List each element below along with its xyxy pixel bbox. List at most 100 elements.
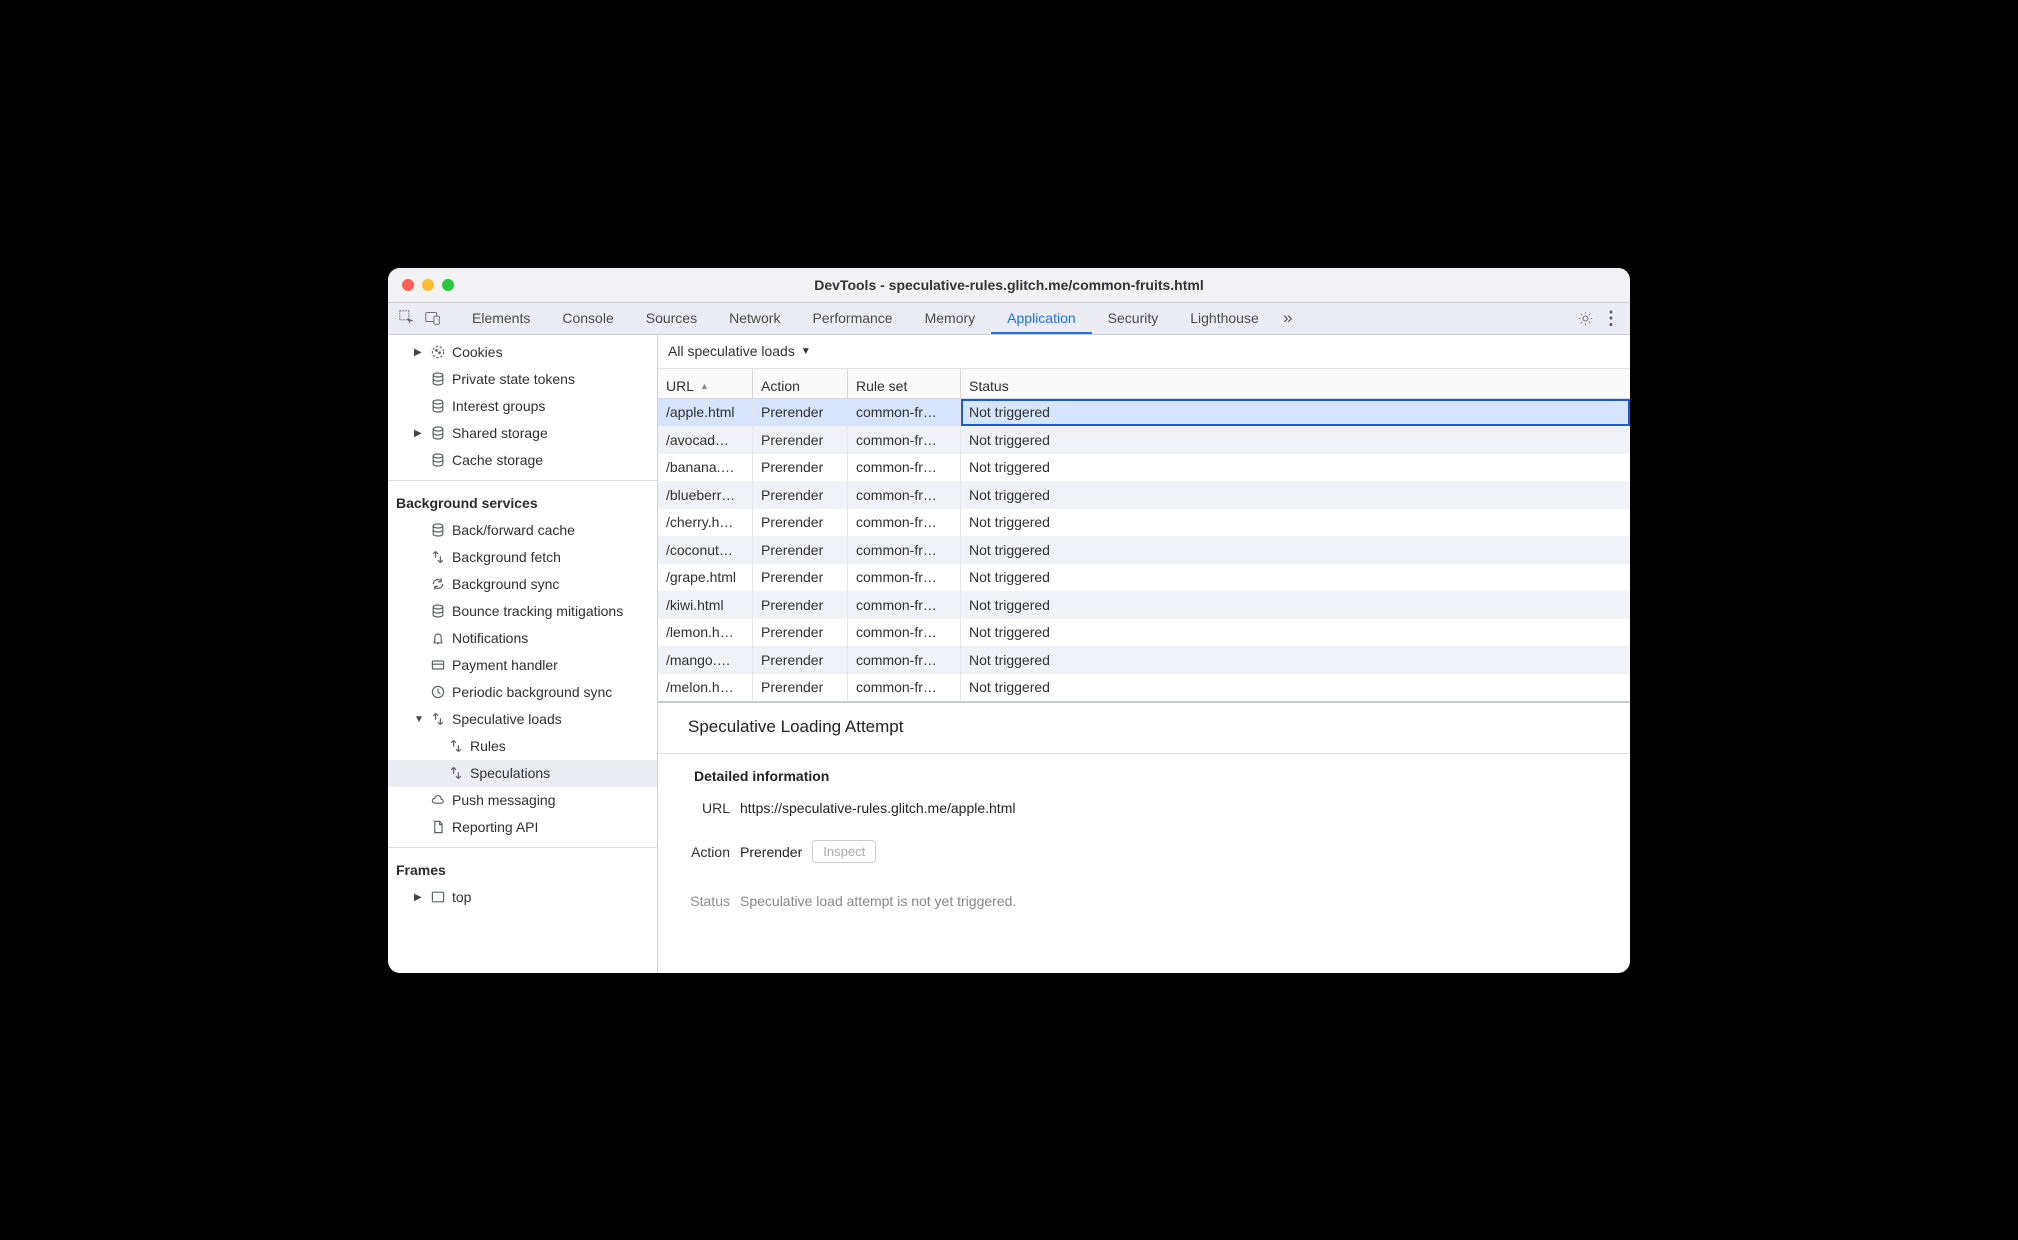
- minimize-window-button[interactable]: [422, 279, 434, 291]
- expand-arrow-icon[interactable]: ▶: [414, 428, 424, 439]
- sidebar-item-label: Reporting API: [452, 819, 538, 835]
- sidebar-item-private-state-tokens[interactable]: Private state tokens: [388, 366, 657, 393]
- db-icon: [430, 425, 446, 441]
- maximize-window-button[interactable]: [442, 279, 454, 291]
- sidebar-item-interest-groups[interactable]: Interest groups: [388, 393, 657, 420]
- table-row[interactable]: /lemon.h…Prerendercommon-fr…Not triggere…: [658, 619, 1630, 647]
- card-icon: [430, 657, 446, 673]
- table-row[interactable]: /cherry.h…Prerendercommon-fr…Not trigger…: [658, 509, 1630, 537]
- sidebar-item-back-forward-cache[interactable]: Back/forward cache: [388, 517, 657, 544]
- col-header-url[interactable]: URL▲: [658, 369, 753, 398]
- table-row[interactable]: /grape.htmlPrerendercommon-fr…Not trigge…: [658, 564, 1630, 592]
- titlebar: DevTools - speculative-rules.glitch.me/c…: [388, 268, 1630, 303]
- db-icon: [430, 603, 446, 619]
- col-header-ruleset[interactable]: Rule set: [848, 369, 961, 398]
- sidebar-item-cache-storage[interactable]: Cache storage: [388, 447, 657, 474]
- cell-action: Prerender: [753, 454, 848, 482]
- table-row[interactable]: /banana.…Prerendercommon-fr…Not triggere…: [658, 454, 1630, 482]
- tab-memory[interactable]: Memory: [909, 304, 992, 333]
- cell-status: Not triggered: [961, 619, 1630, 647]
- cell-status: Not triggered: [961, 564, 1630, 592]
- cell-action: Prerender: [753, 564, 848, 592]
- table-row[interactable]: /blueberr…Prerendercommon-fr…Not trigger…: [658, 481, 1630, 509]
- inspect-element-icon[interactable]: [394, 305, 420, 331]
- expand-arrow-icon[interactable]: ▼: [414, 714, 424, 725]
- table-row[interactable]: /kiwi.htmlPrerendercommon-fr…Not trigger…: [658, 591, 1630, 619]
- table-row[interactable]: /apple.htmlPrerendercommon-fr…Not trigge…: [658, 399, 1630, 427]
- more-tabs-icon[interactable]: »: [1275, 305, 1301, 331]
- table-row[interactable]: /avocad…Prerendercommon-fr…Not triggered: [658, 426, 1630, 454]
- sidebar-item-rules[interactable]: Rules: [388, 733, 657, 760]
- cell-status: Not triggered: [961, 591, 1630, 619]
- tab-lighthouse[interactable]: Lighthouse: [1174, 304, 1275, 333]
- sidebar-item-label: Shared storage: [452, 425, 548, 441]
- content-area: All speculative loads ▼ URL▲ Action Rule…: [658, 335, 1630, 973]
- sidebar-item-label: Push messaging: [452, 792, 556, 808]
- kebab-menu-icon[interactable]: ⋮: [1598, 305, 1624, 331]
- cell-action: Prerender: [753, 509, 848, 537]
- tab-elements[interactable]: Elements: [456, 304, 546, 333]
- table-row[interactable]: /melon.h…Prerendercommon-fr…Not triggere…: [658, 674, 1630, 702]
- bell-icon: [430, 630, 446, 646]
- cell-status: Not triggered: [961, 536, 1630, 564]
- sidebar-item-notifications[interactable]: Notifications: [388, 625, 657, 652]
- tab-console[interactable]: Console: [546, 304, 629, 333]
- sidebar-item-periodic-background-sync[interactable]: Periodic background sync: [388, 679, 657, 706]
- file-icon: [430, 819, 446, 835]
- tab-sources[interactable]: Sources: [630, 304, 713, 333]
- sidebar-item-cookies[interactable]: ▶Cookies: [388, 339, 657, 366]
- details-panel: Speculative Loading Attempt Detailed inf…: [658, 702, 1630, 973]
- close-window-button[interactable]: [402, 279, 414, 291]
- col-header-action[interactable]: Action: [753, 369, 848, 398]
- tab-performance[interactable]: Performance: [796, 304, 908, 333]
- db-icon: [430, 452, 446, 468]
- sidebar-item-bounce-tracking-mitigations[interactable]: Bounce tracking mitigations: [388, 598, 657, 625]
- inspect-button[interactable]: Inspect: [812, 840, 876, 863]
- cell-action: Prerender: [753, 619, 848, 647]
- cell-status: Not triggered: [961, 399, 1630, 427]
- tab-security[interactable]: Security: [1092, 304, 1175, 333]
- sidebar-item-speculative-loads[interactable]: ▼Speculative loads: [388, 706, 657, 733]
- cell-action: Prerender: [753, 426, 848, 454]
- cell-rule: common-fr…: [848, 619, 961, 647]
- table-row[interactable]: /coconut…Prerendercommon-fr…Not triggere…: [658, 536, 1630, 564]
- filter-dropdown[interactable]: All speculative loads ▼: [658, 335, 1630, 369]
- cell-status: Not triggered: [961, 454, 1630, 482]
- tab-application[interactable]: Application: [991, 304, 1092, 333]
- sidebar-item-push-messaging[interactable]: Push messaging: [388, 787, 657, 814]
- settings-gear-icon[interactable]: [1572, 305, 1598, 331]
- cell-rule: common-fr…: [848, 536, 961, 564]
- sidebar-item-payment-handler[interactable]: Payment handler: [388, 652, 657, 679]
- main: ▶CookiesPrivate state tokensInterest gro…: [388, 335, 1630, 973]
- sort-asc-icon: ▲: [700, 381, 709, 391]
- sidebar-item-top[interactable]: ▶top: [388, 884, 657, 911]
- sidebar-item-speculations[interactable]: Speculations: [388, 760, 657, 787]
- sidebar-item-background-sync[interactable]: Background sync: [388, 571, 657, 598]
- filter-label: All speculative loads: [668, 343, 795, 359]
- sidebar-item-label: Periodic background sync: [452, 684, 612, 700]
- expand-arrow-icon[interactable]: ▶: [414, 347, 424, 358]
- sidebar-section-bg: Background services: [388, 487, 657, 517]
- tab-network[interactable]: Network: [713, 304, 796, 333]
- sidebar-item-label: Cache storage: [452, 452, 543, 468]
- device-toolbar-icon[interactable]: [420, 305, 446, 331]
- sidebar-item-background-fetch[interactable]: Background fetch: [388, 544, 657, 571]
- cell-rule: common-fr…: [848, 674, 961, 702]
- cookie-icon: [430, 344, 446, 360]
- details-section-header: Detailed information: [658, 754, 1630, 794]
- cell-rule: common-fr…: [848, 481, 961, 509]
- cell-status: Not triggered: [961, 646, 1630, 674]
- expand-arrow-icon[interactable]: ▶: [414, 892, 424, 903]
- table-row[interactable]: /mango.…Prerendercommon-fr…Not triggered: [658, 646, 1630, 674]
- cell-status: Not triggered: [961, 509, 1630, 537]
- cell-url: /cherry.h…: [658, 509, 753, 537]
- sidebar-item-label: Background fetch: [452, 549, 561, 565]
- sidebar-item-label: Speculations: [470, 765, 550, 781]
- sidebar-item-reporting-api[interactable]: Reporting API: [388, 814, 657, 841]
- col-header-status[interactable]: Status: [961, 369, 1630, 398]
- sidebar-item-shared-storage[interactable]: ▶ Shared storage: [388, 420, 657, 447]
- cell-action: Prerender: [753, 674, 848, 702]
- db-icon: [430, 398, 446, 414]
- table-header: URL▲ Action Rule set Status: [658, 369, 1630, 399]
- cell-status: Not triggered: [961, 481, 1630, 509]
